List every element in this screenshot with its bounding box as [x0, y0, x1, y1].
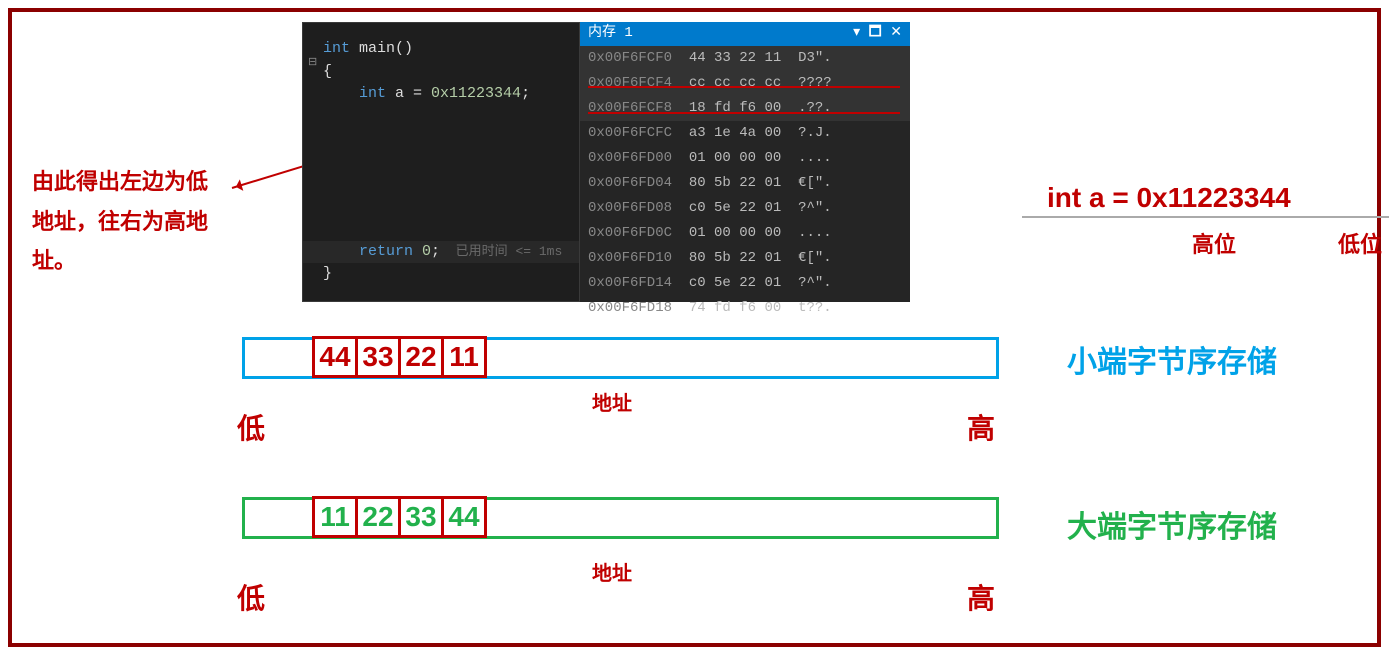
low-label: 低	[237, 407, 265, 447]
fold-minus-icon: ⊟	[308, 55, 317, 69]
code-line	[323, 106, 569, 129]
high-label: 高	[967, 407, 995, 447]
red-separator-line	[588, 86, 900, 88]
memory-row: 0x00F6FD04 80 5b 22 01 €[".	[580, 171, 910, 196]
annotation-text: 由此得出左边为低 地址，往右为高地 址。	[32, 162, 208, 281]
memory-row: 0x00F6FCF0 44 33 22 11 D3".	[580, 46, 910, 71]
note-line: 由此得出左边为低	[32, 162, 208, 202]
bit-labels: 高位 低位	[1192, 227, 1382, 259]
low-label: 低	[237, 577, 265, 617]
memory-row: 0x00F6FD10 80 5b 22 01 €[".	[580, 246, 910, 271]
code-line: int main()	[323, 38, 569, 61]
memory-row: 0x00F6FD08 c0 5e 22 01 ?^".	[580, 196, 910, 221]
declaration-text: int a = 0x11223344	[1047, 182, 1291, 214]
window-controls: ▾ 🗖 ✕	[853, 22, 902, 46]
code-line: return 0; 已用时间 <= 1ms	[303, 241, 579, 264]
little-endian-title: 小端字节序存储	[1067, 337, 1277, 381]
byte-box: 11	[441, 336, 487, 378]
byte-box: 44	[312, 336, 358, 378]
byte-box: 33	[355, 336, 401, 378]
note-line: 址。	[32, 241, 208, 281]
memory-pane: 内存 1 ▾ 🗖 ✕ 0x00F6FCF0 44 33 22 11 D3". 0…	[580, 22, 910, 302]
code-line	[323, 128, 569, 151]
code-editor-pane: ⊟ int main() { int a = 0x11223344; retur…	[302, 22, 580, 302]
high-bit-label: 高位	[1192, 227, 1236, 259]
byte-box: 11	[312, 496, 358, 538]
byte-box: 22	[398, 336, 444, 378]
byte-box: 22	[355, 496, 401, 538]
little-endian-bytes: 44 33 22 11	[312, 336, 487, 376]
memory-title-bar: 内存 1 ▾ 🗖 ✕	[580, 22, 910, 46]
code-line: {	[323, 61, 569, 84]
byte-box: 44	[441, 496, 487, 538]
code-line: int a = 0x11223344;	[323, 83, 569, 106]
code-line	[323, 218, 569, 241]
byte-box: 33	[398, 496, 444, 538]
memory-row: 0x00F6FD14 c0 5e 22 01 ?^".	[580, 271, 910, 296]
memory-row: 0x00F6FCFC a3 1e 4a 00 ?.J.	[580, 121, 910, 146]
low-bit-label: 低位	[1338, 227, 1382, 259]
memory-row: 0x00F6FD18 74 fd f6 00 t??.	[580, 296, 910, 321]
code-line: }	[323, 263, 569, 286]
code-line	[323, 151, 569, 174]
declaration-underline	[1022, 216, 1389, 218]
address-label: 地址	[592, 387, 632, 416]
code-line	[323, 196, 569, 219]
memory-title-text: 内存 1	[588, 22, 633, 46]
high-label: 高	[967, 577, 995, 617]
memory-row: 0x00F6FCF8 18 fd f6 00 .??.	[580, 96, 910, 121]
red-separator-line	[588, 112, 900, 114]
big-endian-title: 大端字节序存储	[1067, 502, 1277, 546]
memory-row: 0x00F6FD00 01 00 00 00 ....	[580, 146, 910, 171]
diagram-frame: 由此得出左边为低 地址，往右为高地 址。 ⊟ int main() { int …	[8, 8, 1381, 647]
big-endian-bytes: 11 22 33 44	[312, 496, 487, 536]
code-line	[323, 173, 569, 196]
note-line: 地址，往右为高地	[32, 202, 208, 242]
memory-row: 0x00F6FD0C 01 00 00 00 ....	[580, 221, 910, 246]
address-label: 地址	[592, 557, 632, 586]
memory-row: 0x00F6FCF4 cc cc cc cc ????	[580, 71, 910, 96]
